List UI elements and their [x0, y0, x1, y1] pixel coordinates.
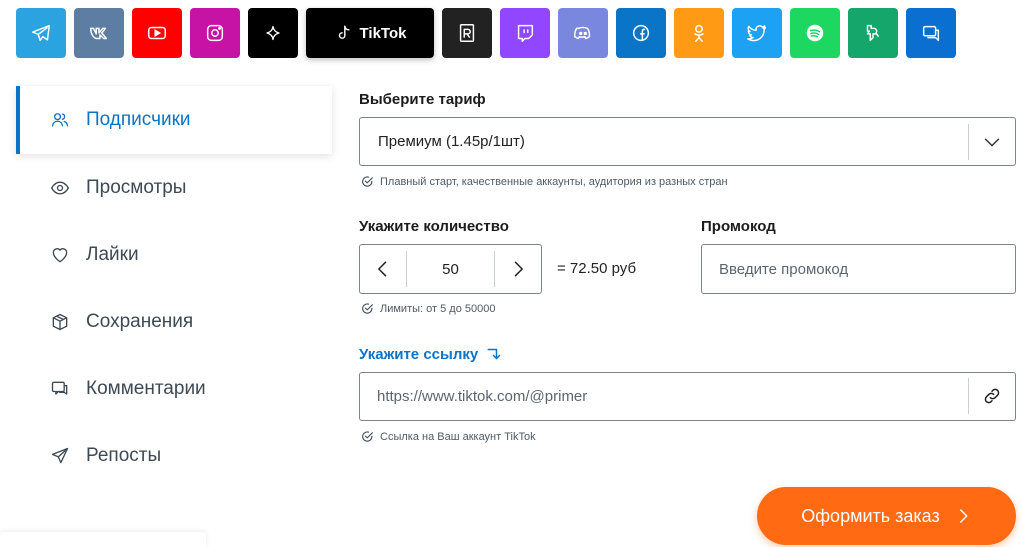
platform-discord[interactable]: [558, 8, 608, 58]
check-circle-icon: [362, 176, 373, 187]
sidebar-item-label: Просмотры: [86, 176, 187, 198]
tiktok-label: TikTok: [359, 24, 407, 42]
sidebar-item-label: Комментарии: [86, 377, 206, 399]
chevron-right-icon: [959, 509, 968, 523]
link-input[interactable]: [359, 372, 1016, 421]
sparkle-icon: [266, 25, 280, 41]
quantity-label: Укажите количество: [359, 218, 509, 235]
telegram-icon: [32, 24, 50, 42]
sidebar-item-comments[interactable]: Комментарии: [16, 355, 332, 422]
platform-odnoklassniki[interactable]: [674, 8, 724, 58]
promo-input[interactable]: [701, 244, 1016, 294]
platform-likee[interactable]: [848, 8, 898, 58]
chat-icon: [922, 25, 940, 42]
odnoklassniki-icon: [694, 24, 704, 42]
link-label: Укажите ссылку: [359, 345, 504, 363]
bottom-panel-edge: [0, 532, 206, 547]
sidebar-item-label: Подписчики: [86, 109, 191, 130]
platform-rutube[interactable]: [442, 8, 492, 58]
platform-telegram[interactable]: [16, 8, 66, 58]
sidebar-item-reposts[interactable]: Репосты: [16, 422, 332, 489]
order-button-label: Оформить заказ: [801, 505, 940, 526]
sidebar-item-subscribers[interactable]: Подписчики: [16, 86, 332, 154]
platform-sparkle[interactable]: [248, 8, 298, 58]
discord-icon: [573, 26, 591, 40]
platform-twitch[interactable]: [500, 8, 550, 58]
eye-icon: [50, 178, 70, 198]
heart-icon: [50, 245, 70, 265]
check-circle-icon: [362, 303, 373, 314]
sidebar-item-label: Лайки: [86, 243, 139, 265]
sidebar-item-views[interactable]: Просмотры: [16, 154, 332, 221]
sidebar-item-likes[interactable]: Лайки: [16, 221, 332, 288]
promo-label: Промокод: [701, 218, 776, 235]
twitch-icon: [517, 24, 534, 42]
chevron-left-icon: [378, 261, 387, 277]
facebook-icon: [632, 24, 650, 42]
users-icon: [50, 110, 70, 130]
quantity-hint: Лимиты: от 5 до 50000: [361, 302, 495, 315]
send-icon: [50, 446, 70, 466]
check-circle-icon: [362, 431, 373, 442]
quantity-decrease-button[interactable]: [360, 251, 407, 287]
youtube-icon: [148, 26, 166, 40]
platform-chat[interactable]: [906, 8, 956, 58]
tariff-select[interactable]: Премиум (1.45р/1шт): [359, 117, 1016, 166]
order-total: = 72.50 руб: [557, 260, 637, 277]
link-paste-button[interactable]: [968, 378, 1015, 414]
platform-facebook[interactable]: [616, 8, 666, 58]
platform-twitter[interactable]: [732, 8, 782, 58]
chevron-down-icon[interactable]: [968, 124, 1015, 160]
quantity-increase-button[interactable]: [494, 251, 541, 287]
quantity-stepper: 50: [359, 244, 542, 294]
spotify-icon: [806, 24, 824, 42]
likee-icon: [866, 24, 880, 42]
platform-vk[interactable]: [74, 8, 124, 58]
tariff-selected-value: Премиум (1.45р/1шт): [378, 133, 525, 150]
service-sidebar: Подписчики Просмотры Лайки Сохранения Ко…: [16, 86, 332, 489]
order-button[interactable]: Оформить заказ: [757, 487, 1016, 545]
platform-youtube[interactable]: [132, 8, 182, 58]
quantity-value[interactable]: 50: [407, 261, 494, 278]
platform-bar: TikTok: [16, 8, 964, 58]
platform-tiktok[interactable]: TikTok: [306, 8, 434, 58]
chevron-right-icon: [514, 261, 523, 277]
tariff-hint: Плавный старт, качественные аккаунты, ау…: [361, 175, 728, 188]
rutube-icon: [459, 24, 475, 42]
link-icon: [984, 388, 1000, 404]
link-hint: Ссылка на Ваш аккаунт TikTok: [361, 430, 536, 443]
sidebar-item-label: Репосты: [86, 444, 162, 466]
vk-icon: [90, 27, 108, 40]
sidebar-item-saves[interactable]: Сохранения: [16, 288, 332, 355]
arrow-down-right-icon: [487, 348, 501, 360]
box-icon: [50, 312, 70, 332]
sidebar-item-label: Сохранения: [86, 310, 194, 332]
quantity-hint-text: Лимиты: от 5 до 50000: [380, 302, 496, 315]
platform-instagram[interactable]: [190, 8, 240, 58]
platform-spotify[interactable]: [790, 8, 840, 58]
twitter-icon: [747, 25, 767, 42]
instagram-icon: [206, 24, 224, 42]
link-hint-text: Ссылка на Ваш аккаунт TikTok: [380, 430, 536, 443]
link-label-text: Укажите ссылку: [359, 345, 479, 363]
tariff-label: Выберите тариф: [359, 91, 486, 108]
tiktok-icon: [338, 25, 350, 39]
comments-icon: [50, 379, 70, 399]
tariff-hint-text: Плавный старт, качественные аккаунты, ау…: [380, 175, 728, 188]
